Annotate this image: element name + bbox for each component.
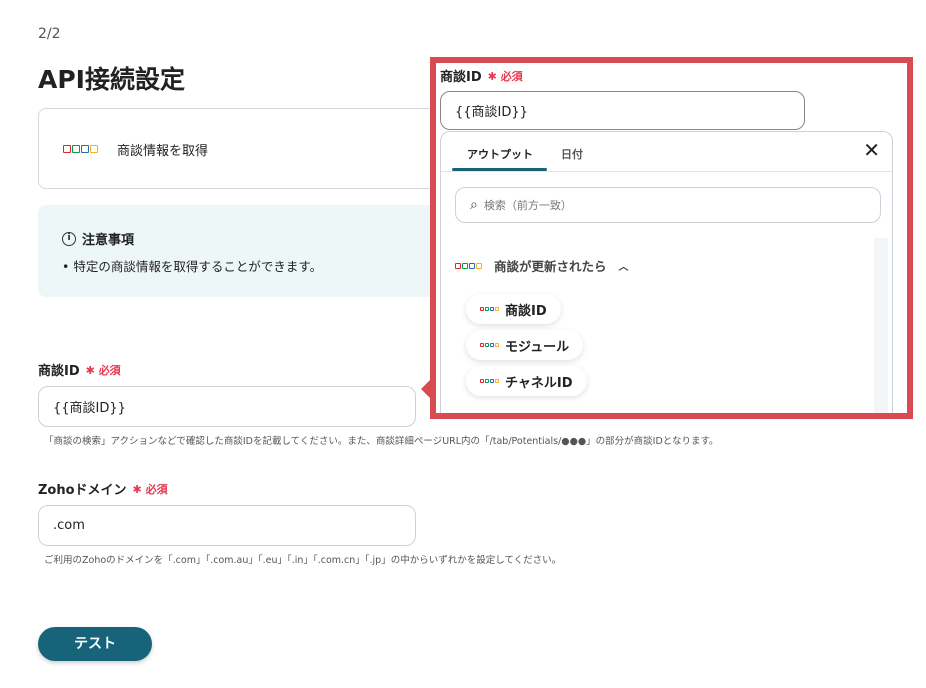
tab-output[interactable]: アウトプット bbox=[467, 146, 533, 162]
close-icon[interactable]: ✕ bbox=[863, 138, 880, 162]
action-card[interactable]: 商談情報を取得 bbox=[38, 108, 458, 189]
zoho-logo-icon bbox=[480, 343, 499, 347]
step-indicator: 2/2 bbox=[38, 26, 61, 42]
zoho-logo-icon bbox=[480, 307, 499, 311]
test-button[interactable]: テスト bbox=[38, 627, 152, 661]
zoho-logo-icon bbox=[63, 145, 98, 153]
required-badge: ✱ 必須 bbox=[85, 363, 121, 377]
output-item[interactable]: チャネルID bbox=[466, 366, 587, 396]
deal-id-input[interactable]: {{商談ID}} bbox=[38, 386, 416, 427]
popup-field-label: 商談ID ✱ 必須 bbox=[440, 69, 523, 86]
notice-item: • 特定の商談情報を取得することができます。 bbox=[62, 259, 323, 274]
scrollbar[interactable] bbox=[874, 238, 888, 413]
output-item[interactable]: 商談ID bbox=[466, 294, 561, 324]
chevron-up-icon: ︿ bbox=[618, 262, 629, 273]
required-badge: ✱ 必須 bbox=[132, 482, 168, 496]
notice-title: 注意事項 bbox=[82, 233, 135, 248]
popup-pointer bbox=[421, 380, 430, 398]
page-title: API接続設定 bbox=[38, 65, 185, 94]
deal-id-label: 商談ID ✱ 必須 bbox=[38, 363, 121, 380]
zoho-logo-icon bbox=[480, 379, 499, 383]
notice-box: i 注意事項 • 特定の商談情報を取得することができます。 bbox=[38, 205, 458, 297]
info-icon: i bbox=[62, 231, 76, 246]
popup-deal-id-input[interactable]: {{商談ID}} bbox=[440, 91, 805, 130]
zoho-domain-input[interactable]: .com bbox=[38, 505, 416, 546]
output-item[interactable]: モジュール bbox=[466, 330, 584, 360]
zoho-logo-icon bbox=[455, 262, 482, 269]
trigger-group-header[interactable]: 商談が更新されたら ︿ bbox=[455, 256, 629, 275]
zoho-domain-help: ご利用のZohoのドメインを「.com」「.com.au」「.eu」「.in」「… bbox=[44, 555, 562, 566]
variable-picker-popup: 商談ID ✱ 必須 {{商談ID}} アウトプット 日付 ✕ ⌕ 検索（前方一致） … bbox=[430, 57, 913, 419]
tab-date[interactable]: 日付 bbox=[561, 146, 583, 162]
action-label: 商談情報を取得 bbox=[117, 144, 209, 159]
search-icon: ⌕ bbox=[470, 197, 478, 213]
zoho-domain-label: Zohoドメイン ✱ 必須 bbox=[38, 482, 168, 499]
deal-id-help: 「商談の検索」アクションなどで確認した商談IDを記載してください。また、商談詳細… bbox=[44, 436, 719, 447]
output-panel: アウトプット 日付 ✕ ⌕ 検索（前方一致） 商談が更新されたら ︿ 商談ID モジ… bbox=[440, 131, 893, 413]
search-input[interactable]: ⌕ 検索（前方一致） bbox=[455, 187, 881, 223]
